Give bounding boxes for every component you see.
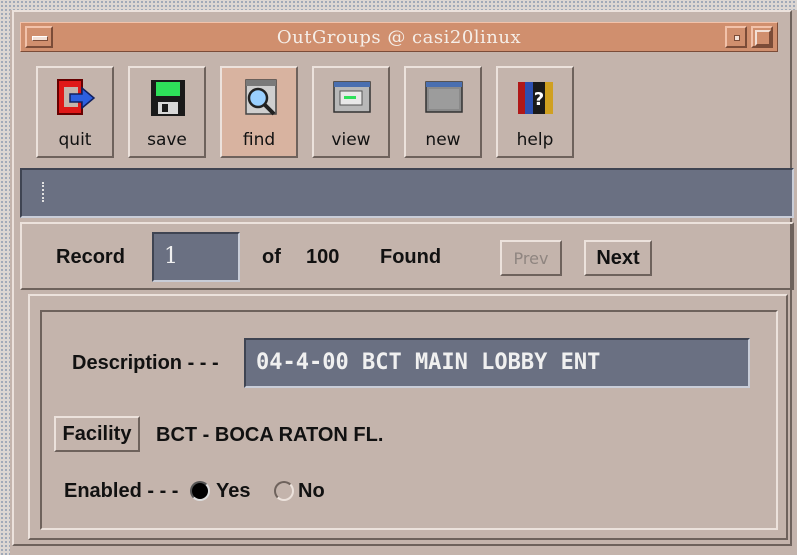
window-title: OutGroups @ casi20linux	[276, 27, 522, 48]
record-number-input[interactable]: 1	[152, 232, 240, 282]
text-cursor	[42, 182, 45, 202]
of-label: of	[262, 246, 281, 268]
help-button[interactable]: ? help	[496, 66, 574, 158]
quit-label: quit	[58, 130, 92, 150]
find-label: find	[242, 130, 276, 150]
magnifier-icon	[245, 79, 277, 116]
help-label: help	[516, 130, 554, 150]
description-value: 04-4-00 BCT MAIN LOBBY ENT	[256, 350, 601, 375]
window-view-icon	[333, 81, 371, 113]
maximize-icon	[755, 30, 771, 46]
svg-text:?: ?	[534, 89, 544, 110]
view-label: view	[331, 130, 371, 150]
title-bar[interactable]: OutGroups @ casi20linux	[20, 22, 778, 52]
enabled-label: Enabled - - -	[64, 480, 179, 502]
minimize-button[interactable]	[725, 26, 747, 48]
enabled-yes-label: Yes	[216, 480, 251, 502]
quit-exit-icon	[57, 79, 96, 115]
help-book-icon: ?	[518, 82, 553, 114]
description-input[interactable]: 04-4-00 BCT MAIN LOBBY ENT	[244, 338, 750, 388]
enabled-yes-radio[interactable]	[190, 481, 210, 501]
status-message-field[interactable]	[20, 168, 794, 218]
new-button[interactable]: new	[404, 66, 482, 158]
minimize-icon	[734, 35, 740, 41]
facility-button[interactable]: Facility	[54, 416, 140, 452]
record-total: 100	[306, 246, 340, 268]
record-number-value: 1	[164, 244, 178, 269]
desktop-edge-top	[0, 0, 797, 10]
new-label: new	[425, 130, 461, 150]
desktop-edge-left	[0, 0, 10, 555]
prev-button[interactable]: Prev	[500, 240, 562, 276]
maximize-button[interactable]	[751, 26, 773, 48]
enabled-no-radio[interactable]	[274, 481, 294, 501]
view-button[interactable]: view	[312, 66, 390, 158]
enabled-no-label: No	[298, 480, 325, 502]
found-label: Found	[380, 246, 442, 268]
description-label: Description - - -	[72, 352, 219, 374]
next-button[interactable]: Next	[584, 240, 652, 276]
facility-value: BCT - BOCA RATON FL.	[156, 424, 384, 446]
save-button[interactable]: save	[128, 66, 206, 158]
record-label: Record	[56, 246, 125, 268]
new-window-icon	[425, 81, 463, 113]
floppy-disk-icon	[151, 80, 185, 116]
find-button[interactable]: find	[220, 66, 298, 158]
quit-button[interactable]: quit	[36, 66, 114, 158]
save-label: save	[147, 130, 187, 150]
